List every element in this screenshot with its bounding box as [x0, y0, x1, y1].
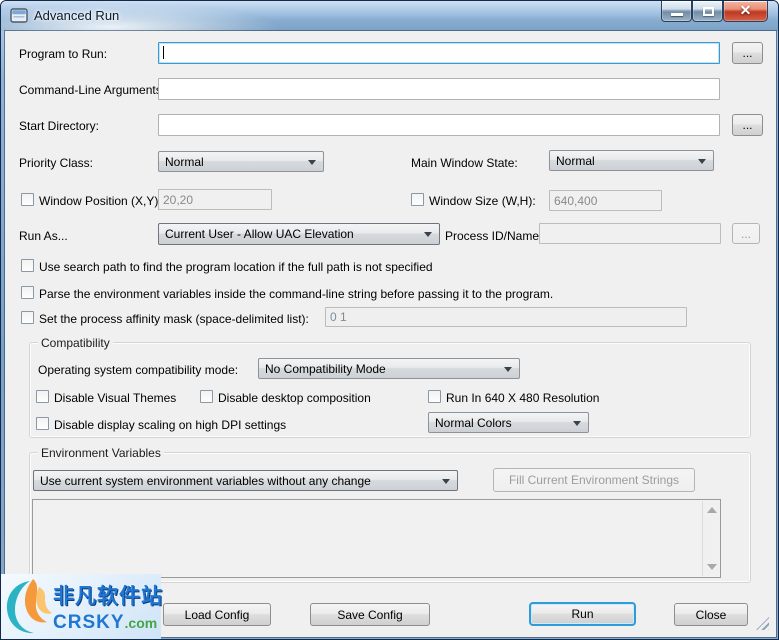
chevron-down-icon	[442, 478, 450, 484]
chevron-down-icon	[308, 159, 316, 165]
title-bar[interactable]: Advanced Run ✕	[1, 1, 778, 31]
window-size-label: Window Size (W,H):	[429, 194, 536, 208]
save-config-button[interactable]: Save Config	[310, 603, 430, 626]
main-window-state-label: Main Window State:	[411, 156, 518, 170]
vertical-scrollbar[interactable]	[702, 501, 719, 576]
watermark-site-name: 非凡软件站	[53, 585, 163, 608]
chevron-down-icon	[424, 232, 432, 237]
environment-legend: Environment Variables	[38, 446, 164, 460]
minimize-icon	[671, 13, 683, 16]
start-directory-input[interactable]	[158, 114, 720, 136]
process-id-input	[539, 223, 721, 244]
minimize-button[interactable]	[661, 1, 692, 22]
affinity-mask-input	[325, 307, 687, 327]
chevron-down-icon	[698, 158, 706, 164]
load-config-button[interactable]: Load Config	[163, 603, 271, 626]
affinity-mask-checkbox[interactable]	[21, 311, 34, 324]
scroll-up-icon[interactable]	[707, 507, 717, 513]
close-window-button[interactable]: ✕	[723, 1, 768, 22]
browse-start-directory-button[interactable]: ...	[732, 114, 763, 136]
run-as-dropdown[interactable]: Current User - Allow UAC Elevation	[158, 223, 440, 245]
run-as-label: Run As...	[19, 229, 68, 243]
crsky-logo-icon	[6, 578, 52, 633]
disable-desktop-composition-label: Disable desktop composition	[218, 391, 371, 405]
watermark-tld: .com	[124, 615, 158, 631]
os-compat-mode-dropdown[interactable]: No Compatibility Mode	[258, 358, 520, 379]
close-button[interactable]: Close	[674, 603, 748, 626]
maximize-icon	[703, 7, 714, 16]
priority-class-dropdown[interactable]: Normal	[158, 151, 324, 172]
close-icon: ✕	[739, 2, 752, 18]
watermark-domain: CRSKY	[53, 612, 125, 633]
run-button[interactable]: Run	[529, 602, 636, 626]
window-position-label: Window Position (X,Y):	[39, 194, 162, 208]
parse-env-label: Parse the environment variables inside t…	[39, 287, 554, 301]
window-position-checkbox[interactable]	[21, 193, 34, 206]
text-caret	[163, 46, 164, 59]
run-640-resolution-checkbox[interactable]	[428, 390, 441, 403]
search-path-checkbox[interactable]	[21, 259, 34, 272]
disable-dpi-scaling-checkbox[interactable]	[36, 417, 49, 430]
resize-grip[interactable]	[756, 617, 769, 630]
disable-dpi-scaling-label: Disable display scaling on high DPI sett…	[54, 418, 287, 432]
os-compat-mode-label: Operating system compatibility mode:	[38, 363, 239, 377]
program-to-run-label: Program to Run:	[19, 47, 108, 61]
watermark: 非凡软件站 CRSKY.com	[1, 574, 163, 639]
start-directory-label: Start Directory:	[19, 119, 100, 133]
affinity-mask-label: Set the process affinity mask (space-del…	[39, 312, 309, 326]
environment-mode-dropdown[interactable]: Use current system environment variables…	[33, 470, 458, 491]
advanced-run-window: Advanced Run ✕ Program to Run: ... Comma…	[0, 0, 779, 640]
search-path-label: Use search path to find the program loca…	[39, 260, 433, 274]
window-position-input	[158, 189, 272, 210]
disable-visual-themes-label: Disable Visual Themes	[54, 391, 177, 405]
browse-program-button[interactable]: ...	[732, 42, 763, 64]
app-window-icon	[10, 8, 28, 23]
window-title: Advanced Run	[34, 8, 120, 23]
priority-class-label: Priority Class:	[19, 156, 94, 170]
process-id-label: Process ID/Name:	[445, 229, 543, 243]
command-line-input[interactable]	[158, 78, 720, 100]
window-size-input	[549, 190, 662, 211]
dialog-body: Program to Run: ... Command-Line Argumen…	[5, 31, 776, 637]
parse-env-checkbox[interactable]	[21, 286, 34, 299]
maximize-button[interactable]	[692, 1, 723, 22]
compatibility-legend: Compatibility	[38, 336, 113, 350]
environment-variables-box[interactable]	[32, 499, 721, 578]
program-to-run-input[interactable]	[158, 42, 720, 64]
disable-visual-themes-checkbox[interactable]	[36, 390, 49, 403]
command-line-label: Command-Line Arguments:	[19, 83, 166, 97]
disable-desktop-composition-checkbox[interactable]	[200, 390, 213, 403]
colors-dropdown[interactable]: Normal Colors	[428, 412, 589, 433]
fill-environment-button: Fill Current Environment Strings	[493, 468, 695, 492]
browse-process-button: ...	[732, 223, 760, 244]
run-640-resolution-label: Run In 640 X 480 Resolution	[446, 391, 600, 405]
window-size-checkbox[interactable]	[411, 193, 424, 206]
chevron-down-icon	[504, 366, 512, 372]
scroll-down-icon[interactable]	[707, 564, 717, 570]
main-window-state-dropdown[interactable]: Normal	[549, 150, 714, 171]
chevron-down-icon	[573, 420, 581, 426]
